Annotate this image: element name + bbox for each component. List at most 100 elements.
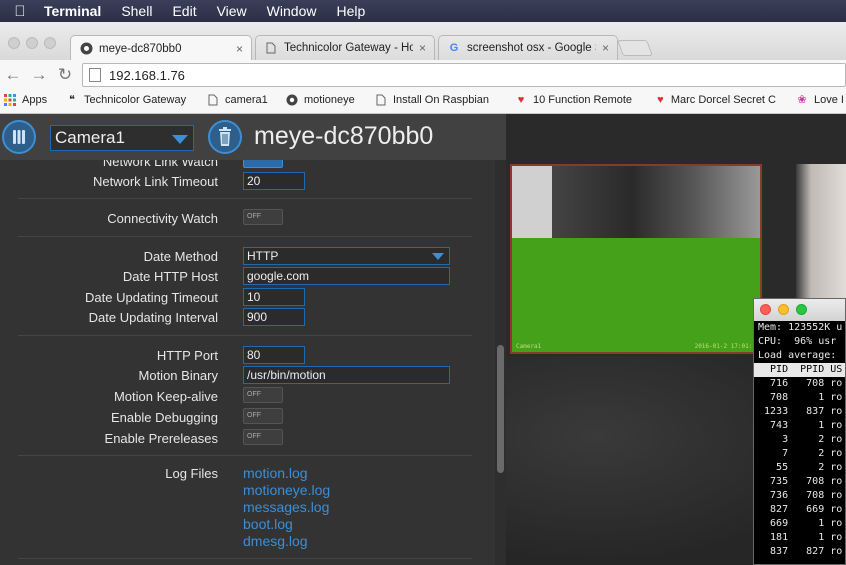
back-icon[interactable]: ←	[2, 64, 24, 86]
tab-motioneye[interactable]: meye-dc870bb0 ×	[70, 35, 252, 61]
apps-grid-icon	[4, 94, 16, 106]
bookmark-label: Love I	[814, 94, 844, 106]
terminal-row: 743 1 ro	[758, 420, 843, 431]
bookmark-motioneye[interactable]: motioneye	[286, 94, 355, 106]
app-title: meye-dc870bb0	[254, 122, 434, 150]
settings-panel: Network Link Watch Network Link Timeout …	[0, 160, 506, 565]
camera-frame[interactable]: Camera1 2016-01-2 17:01:1	[510, 164, 762, 354]
tab-google[interactable]: G screenshot osx - Google Se ×	[438, 35, 618, 60]
setting-label: HTTP Port	[156, 348, 218, 363]
terminal-row: 735 708 ro	[758, 476, 843, 487]
terminal-line: Mem: 123552K u	[758, 322, 843, 333]
divider	[18, 236, 472, 237]
bookmark-camera1[interactable]: camera1	[207, 94, 268, 106]
address-bar[interactable]: 192.168.1.76	[82, 63, 846, 87]
flower-icon: ❀	[797, 94, 807, 106]
page-icon: ❝	[69, 94, 75, 106]
bookmark-install-raspbian[interactable]: Install On Raspbian	[375, 94, 495, 106]
date-method-select[interactable]: HTTP	[243, 247, 450, 265]
scrollbar-thumb[interactable]	[497, 345, 504, 473]
setting-label: Log Files	[165, 466, 218, 481]
terminal-row: 708 1 ro	[758, 392, 843, 403]
zoom-window-icon[interactable]	[44, 37, 56, 49]
reload-icon[interactable]: ↻	[54, 64, 76, 86]
apple-icon[interactable]: 	[0, 3, 40, 20]
google-icon: G	[449, 42, 459, 54]
enable-debugging-toggle[interactable]: OFF	[243, 408, 283, 424]
motion-keep-alive-toggle[interactable]: OFF	[243, 387, 283, 403]
minimize-window-icon[interactable]	[26, 37, 38, 49]
chevron-down-icon	[172, 135, 188, 144]
menu-view[interactable]: View	[207, 3, 257, 19]
bookmark-label: Apps	[22, 94, 48, 106]
enable-prereleases-toggle[interactable]: OFF	[243, 429, 283, 445]
terminal-window[interactable]: Mem: 123552K u CPU: 96% usr Load average: …	[753, 298, 846, 565]
tab-title: Technicolor Gateway - Hom	[284, 42, 413, 54]
http-port-input[interactable]: 80	[243, 346, 305, 364]
date-updating-timeout-input[interactable]: 10	[243, 288, 305, 306]
page-icon	[89, 68, 101, 82]
setting-label: Date Updating Timeout	[85, 290, 218, 305]
terminal-titlebar	[754, 299, 845, 321]
camera-select[interactable]: Camera1	[50, 125, 194, 151]
setting-label: Motion Binary	[138, 368, 218, 383]
close-window-icon[interactable]	[8, 37, 20, 49]
date-http-host-input[interactable]: google.com	[243, 267, 450, 285]
close-tab-icon[interactable]: ×	[602, 41, 609, 55]
log-link-motion[interactable]: motion.log	[243, 465, 308, 481]
camera-panel-header	[506, 114, 846, 160]
bookmark-love[interactable]: ❀ Love I	[796, 94, 846, 106]
log-link-boot[interactable]: boot.log	[243, 516, 293, 532]
menu-help[interactable]: Help	[326, 3, 375, 19]
connectivity-watch-toggle[interactable]: OFF	[243, 209, 283, 225]
menu-terminal[interactable]: Terminal	[40, 3, 111, 19]
network-link-timeout-input[interactable]: 20	[243, 172, 305, 190]
terminal-row: 837 827 ro	[758, 546, 843, 557]
log-link-motioneye[interactable]: motioneye.log	[243, 482, 330, 498]
bookmarks-bar: Apps ❝ Technicolor Gateway camera1 motio…	[0, 90, 846, 114]
bookmark-marc-dorcel[interactable]: ♥ Marc Dorcel Secret C	[656, 94, 776, 106]
browser-toolbar: ← → ↻ 192.168.1.76	[0, 60, 846, 90]
minimize-window-icon[interactable]	[778, 304, 789, 315]
date-updating-interval-input[interactable]: 900	[243, 308, 305, 326]
menu-shell[interactable]: Shell	[111, 3, 162, 19]
network-link-watch-toggle[interactable]	[243, 160, 283, 168]
setting-label: Enable Prereleases	[104, 431, 218, 446]
new-tab-button[interactable]	[617, 40, 653, 56]
bookmark-label: Marc Dorcel Secret C	[670, 94, 776, 106]
close-window-icon[interactable]	[760, 304, 771, 315]
trash-icon[interactable]	[208, 120, 242, 154]
address-url: 192.168.1.76	[109, 67, 185, 83]
bookmark-technicolor[interactable]: ❝ Technicolor Gateway	[66, 94, 192, 106]
forward-icon[interactable]: →	[28, 64, 50, 86]
terminal-line: Load average:	[758, 350, 837, 361]
terminal-row: 716 708 ro	[758, 378, 843, 389]
menu-edit[interactable]: Edit	[162, 3, 206, 19]
log-link-dmesg[interactable]: dmesg.log	[243, 533, 308, 549]
settings-menu-icon[interactable]	[2, 120, 36, 154]
camera-timestamp-overlay: 2016-01-2 17:01:1	[694, 343, 756, 350]
terminal-row: 7 2 ro	[758, 448, 843, 459]
bookmark-label: motioneye	[304, 94, 355, 106]
setting-enable-prereleases: Enable Prereleases OFF	[0, 429, 490, 449]
bookmark-apps[interactable]: Apps	[4, 94, 47, 106]
app-header: Camera1 meye-dc870bb0	[0, 114, 506, 160]
terminal-row: 181 1 ro	[758, 532, 843, 543]
close-tab-icon[interactable]: ×	[419, 41, 426, 55]
bookmark-function-remote[interactable]: ♥ 10 Function Remote	[515, 94, 639, 106]
close-tab-icon[interactable]: ×	[236, 42, 243, 56]
setting-connectivity-watch: Connectivity Watch OFF	[0, 209, 490, 229]
tab-technicolor[interactable]: Technicolor Gateway - Hom ×	[255, 35, 435, 60]
log-link-messages[interactable]: messages.log	[243, 499, 329, 515]
chevron-down-icon	[432, 253, 444, 260]
setting-label: Date Updating Interval	[88, 310, 218, 325]
zoom-window-icon[interactable]	[796, 304, 807, 315]
browser-tab-strip: meye-dc870bb0 × Technicolor Gateway - Ho…	[0, 22, 846, 61]
motioneye-icon	[79, 42, 93, 56]
menu-window[interactable]: Window	[257, 3, 327, 19]
setting-http-port: HTTP Port 80	[0, 346, 490, 366]
divider	[18, 455, 472, 456]
settings-scrollbar[interactable]	[495, 160, 506, 565]
page-icon	[207, 94, 219, 106]
motion-binary-input[interactable]: /usr/bin/motion	[243, 366, 450, 384]
